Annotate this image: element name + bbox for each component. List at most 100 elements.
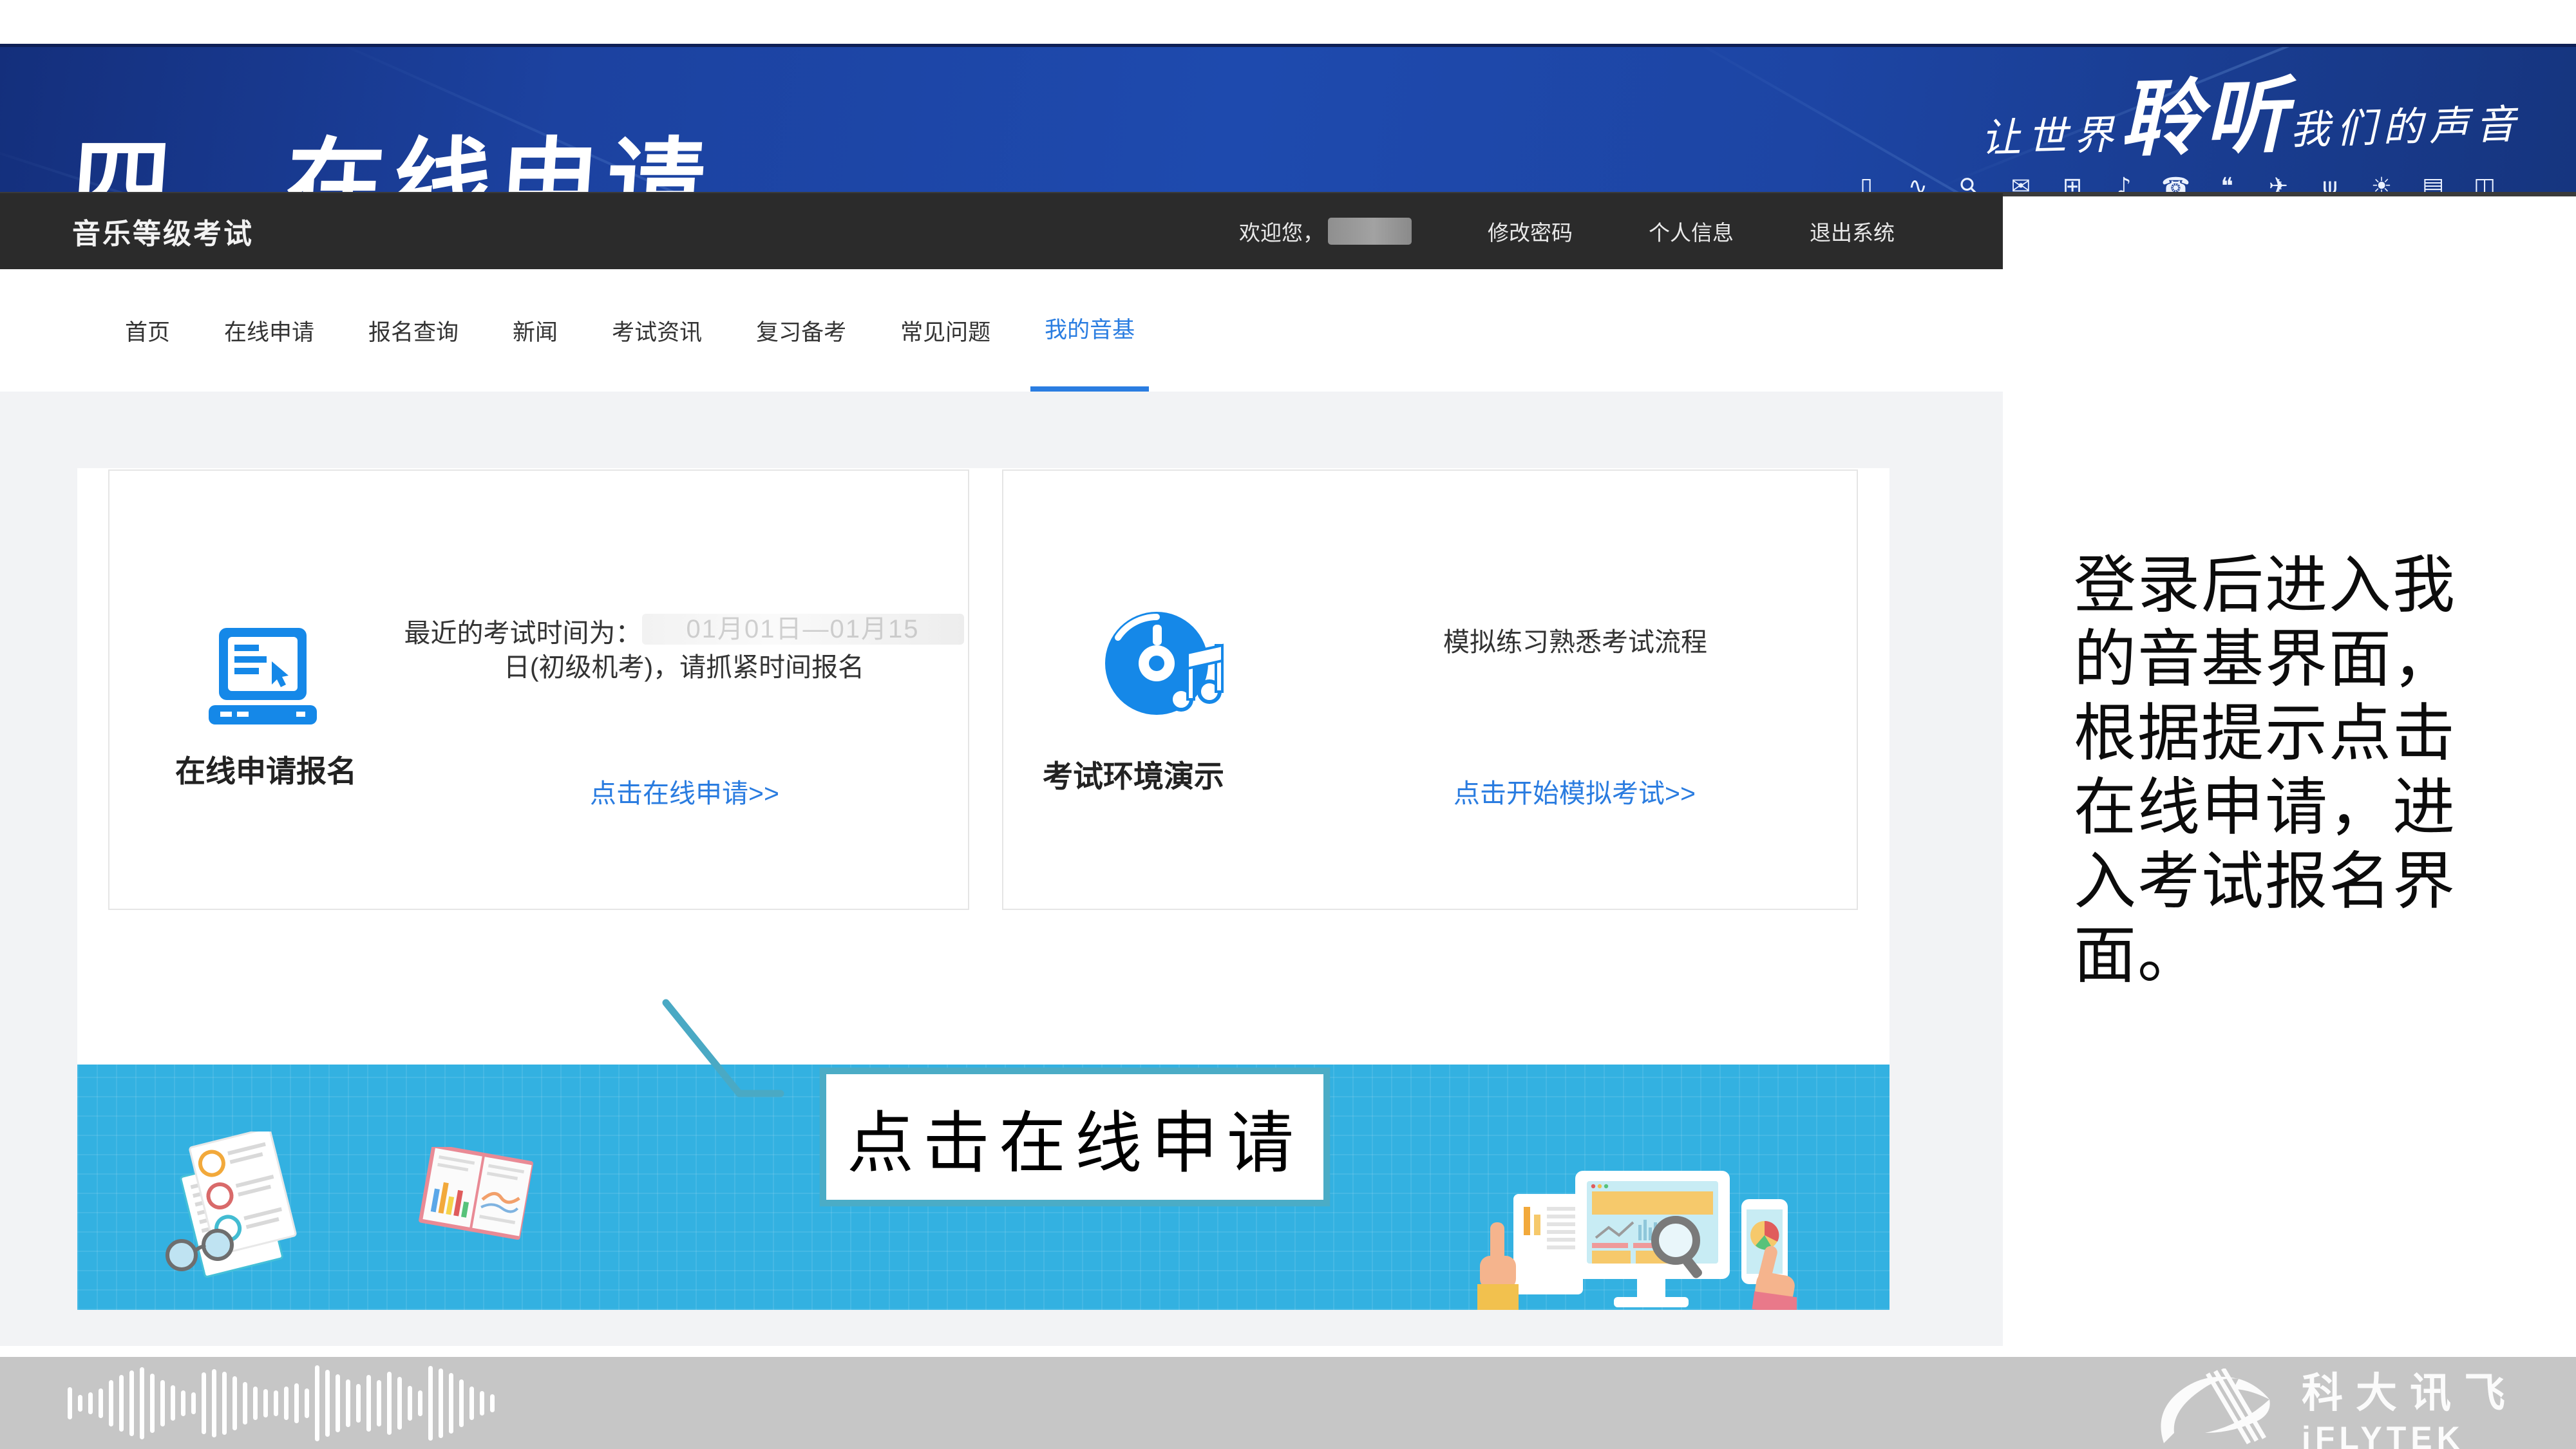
cd-music-icon xyxy=(1100,609,1230,720)
waveform-bar xyxy=(119,1375,124,1432)
exam-time-notice: 最近的考试时间为：01月01日—01月15 日(初级机考)，请抓紧时间报名 xyxy=(401,611,967,685)
laptop-icon xyxy=(198,628,328,724)
page-title: 四、在线申请 xyxy=(68,105,719,196)
mail-icon: ✉ xyxy=(2007,173,2035,196)
waveform-bar xyxy=(408,1386,412,1421)
nav-tab-faq[interactable]: 常见问题 xyxy=(900,269,990,392)
nav-tab-online-apply[interactable]: 在线申请 xyxy=(224,269,314,392)
music-note-icon: ♪ xyxy=(2110,173,2138,196)
instruction-note: 登录后进入我的音基界面，根据提示点击在线申请，进入考试报名界面。 xyxy=(2074,549,2486,993)
slide-footer: 科大讯飞 iFLYTEK xyxy=(0,1357,2576,1449)
slide-header-banner: 四、在线申请 让世界聆听我们的声音 ▯∿⚲✉⊞♪☎❝✈ψ☀▤◫ xyxy=(0,44,2576,196)
callout-text: 点击在线申请 xyxy=(847,1088,1303,1186)
nav-tab-my-yinji[interactable]: 我的音基 xyxy=(1030,269,1149,392)
callout-box: 点击在线申请 xyxy=(820,1068,1330,1206)
waveform-bar xyxy=(336,1374,340,1432)
site-header-bar: 音乐等级考试 欢迎您， 修改密码 个人信息 退出系统 xyxy=(0,193,2003,269)
waveform-bar xyxy=(140,1367,144,1439)
waveform-bar xyxy=(263,1389,268,1417)
waveform-bar xyxy=(222,1372,227,1435)
nav-tab-exam-info[interactable]: 考试资讯 xyxy=(612,269,702,392)
demo-desc: 模拟练习熟悉考试流程 xyxy=(1434,625,1717,659)
start-mock-exam-link[interactable]: 点击开始模拟考试>> xyxy=(1454,772,1696,810)
phone-handset-icon: ☎ xyxy=(2161,173,2190,196)
waveform-bar xyxy=(243,1382,247,1425)
iflytek-logo: 科大讯飞 iFLYTEK xyxy=(2156,1360,2518,1449)
demo-card-title: 考试环境演示 xyxy=(1043,752,1224,796)
documents-illustration xyxy=(153,1132,321,1280)
waveform-bar xyxy=(88,1392,93,1414)
waveform-bar xyxy=(294,1383,299,1423)
waveform-bar xyxy=(377,1380,381,1426)
brand-english-name: iFLYTEK xyxy=(2302,1419,2465,1449)
slide: 四、在线申请 让世界聆听我们的声音 ▯∿⚲✉⊞♪☎❝✈ψ☀▤◫ 音乐等级考试 欢… xyxy=(0,0,2576,1449)
waveform-bar xyxy=(232,1376,237,1430)
waveform-bar xyxy=(305,1388,309,1418)
waveform-bar xyxy=(459,1379,464,1427)
cart-icon: ▤ xyxy=(2419,173,2447,196)
waveform-bar xyxy=(315,1365,319,1441)
page-bottom-strip xyxy=(0,1310,2003,1346)
slogan-mid: 聆听 xyxy=(2119,70,2291,166)
waveform-bar xyxy=(449,1373,453,1434)
waveform-bar xyxy=(99,1388,103,1418)
waveform-bar xyxy=(397,1377,402,1430)
waveform-bar xyxy=(325,1370,330,1437)
report-illustration xyxy=(419,1147,535,1244)
waveform-bar xyxy=(68,1387,72,1419)
redacted-exam-date: 01月01日—01月15 xyxy=(642,614,964,645)
waveform-bar xyxy=(212,1369,216,1437)
welcome-text: 欢迎您， xyxy=(1239,216,1412,247)
sun-icon: ☀ xyxy=(2367,173,2396,196)
waveform-bar xyxy=(150,1374,155,1433)
site-title: 音乐等级考试 xyxy=(72,193,254,269)
change-password-link[interactable]: 修改密码 xyxy=(1488,216,1573,247)
waveform-bar xyxy=(366,1375,371,1432)
waveform-bar xyxy=(439,1368,443,1438)
nav-tab-home[interactable]: 首页 xyxy=(125,269,170,392)
personal-info-link[interactable]: 个人信息 xyxy=(1649,216,1734,247)
fuel-icon: ◫ xyxy=(2470,173,2499,196)
redacted-username xyxy=(1328,218,1412,245)
waveform-bar xyxy=(78,1395,82,1412)
audio-waveform-logo xyxy=(68,1357,495,1449)
brand-chinese-name: 科大讯飞 xyxy=(2302,1360,2518,1419)
waveform-bar xyxy=(480,1391,484,1416)
slogan-post: 我们的声音 xyxy=(2289,103,2523,153)
waveform-bar xyxy=(191,1392,196,1414)
waveform-bar xyxy=(109,1380,113,1426)
online-apply-card: 在线申请报名 最近的考试时间为：01月01日—01月15 日(初级机考)，请抓紧… xyxy=(108,469,969,910)
waveform-bar xyxy=(490,1394,495,1412)
main-nav: 首页 在线申请 报名查询 新闻 考试资讯 复习备考 常见问题 我的音基 xyxy=(0,269,2003,392)
microphone-icon: ψ xyxy=(2316,173,2344,196)
plane-icon: ✈ xyxy=(2264,173,2293,196)
left-hand xyxy=(1477,1222,1519,1310)
slogan-pre: 让世界 xyxy=(1980,113,2121,161)
iflytek-swoosh-icon xyxy=(2156,1368,2285,1448)
waveform-bar xyxy=(356,1384,361,1423)
waveform-bar xyxy=(202,1372,206,1434)
nav-tab-review-prep[interactable]: 复习备考 xyxy=(756,269,846,392)
waveform-bar xyxy=(387,1372,392,1435)
waveform-bar xyxy=(253,1387,258,1420)
devices-hands-illustration xyxy=(1423,1171,1797,1310)
waveform-bar xyxy=(274,1390,278,1416)
waveform-bar xyxy=(129,1370,134,1436)
tv-icon: ⊞ xyxy=(2058,173,2087,196)
online-apply-link[interactable]: 点击在线申请>> xyxy=(590,772,779,810)
waveform-bar xyxy=(160,1380,165,1426)
brand-slogan: 让世界聆听我们的声音 xyxy=(1979,44,2523,176)
apply-card-title: 在线申请报名 xyxy=(175,746,357,791)
waveform-bar xyxy=(346,1379,350,1427)
nav-tab-news[interactable]: 新闻 xyxy=(513,269,558,392)
waveform-bar xyxy=(181,1390,185,1416)
waveform-bar xyxy=(171,1385,175,1421)
site-header-user-area: 欢迎您， 修改密码 个人信息 退出系统 xyxy=(1239,193,1895,269)
waveform-bar xyxy=(428,1366,433,1441)
exam-demo-card: 考试环境演示 模拟练习熟悉考试流程 点击开始模拟考试>> xyxy=(1002,469,1858,910)
waveform-bar xyxy=(469,1387,474,1420)
waveform-bar xyxy=(284,1387,289,1420)
nav-tab-registration-query[interactable]: 报名查询 xyxy=(368,269,459,392)
chat-icon: ❝ xyxy=(2213,173,2241,196)
logout-link[interactable]: 退出系统 xyxy=(1810,216,1895,247)
